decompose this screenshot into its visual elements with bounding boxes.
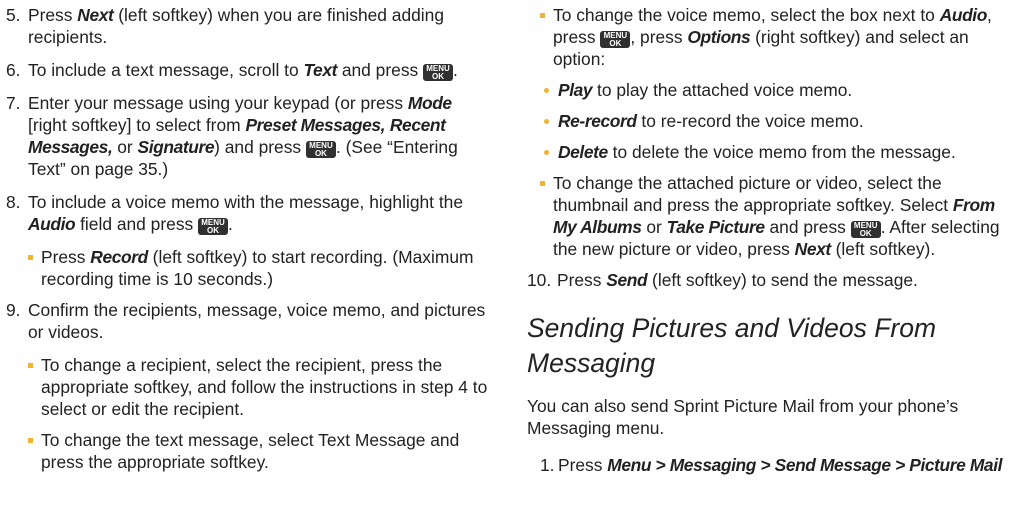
field-text-label: Text [303,60,337,80]
step-5: 5. Press Next (left softkey) when you ar… [6,5,445,47]
menu-ok-key-icon: MENU OK [600,31,631,48]
section-heading: Sending Pictures and Videos From Messagi… [527,313,937,378]
step-number: 7. [6,93,21,113]
menu-ok-key-icon: MENU OK [198,218,229,235]
step-number: 10. [527,270,552,290]
take-picture-label: Take Picture [666,217,765,237]
option-delete-label: Delete [558,142,608,162]
left-column: 5. Press Next (left softkey) when you ar… [6,4,488,482]
step-8: 8. To include a voice memo with the mess… [6,192,464,235]
step-number: 6. [6,60,21,80]
bullet-dot-icon [544,119,549,124]
step-number: 1. [540,455,555,475]
preset-messages-label: Preset Messages, [245,115,386,135]
bullet-square-icon [28,363,33,368]
bullet-dot-icon [544,88,549,93]
bullet-dot-icon [544,150,549,155]
field-audio-label: Audio [939,5,988,25]
option-play: Play to play the attached voice memo. [540,79,1005,101]
step-9: 9. Confirm the recipients, message, voic… [6,300,486,342]
bullet-square-icon [540,13,545,18]
menu-ok-key-icon: MENU OK [850,221,881,238]
right-column: To change the voice memo, select the box… [527,4,1005,487]
option-rerecord-label: Re-record [558,111,637,131]
option-rerecord: Re-record to re-record the voice memo. [540,110,1005,132]
step-number: 5. [6,5,21,25]
option-delete: Delete to delete the voice memo from the… [540,141,1005,163]
intro-paragraph: You can also send Sprint Picture Mail fr… [527,396,959,438]
softkey-mode-label: Mode [407,93,452,113]
bullet-square-icon [28,438,33,443]
softkey-send-label: Send [606,270,648,290]
step-9-bullet-recipient: To change a recipient, select the recipi… [28,354,488,420]
voice-memo-bullet: To change the voice memo, select the box… [540,4,1005,70]
picture-bullet: To change the attached picture or video,… [540,172,1005,260]
softkey-options-label: Options [687,27,751,47]
softkey-next-label: Next [77,5,114,25]
menu-ok-key-icon: MENU OK [305,141,336,158]
step-number: 9. [6,300,21,320]
step-9-bullet-text: To change the text message, select Text … [28,429,488,473]
menu-path-label: Menu > Messaging > Send Message > Pictur… [607,455,1003,475]
step-8-bullet: Press Record (left softkey) to start rec… [28,246,488,290]
signature-label: Signature [137,137,215,157]
step-6: 6. To include a text message, scroll to … [6,60,458,81]
bullet-square-icon [540,181,545,186]
softkey-record-label: Record [90,247,148,267]
step-1: 1. Press Menu > Messaging > Send Message… [540,455,1003,475]
option-play-label: Play [558,80,593,100]
softkey-next-label: Next [794,239,832,259]
step-7: 7. Enter your message using your keypad … [6,93,458,179]
bullet-square-icon [28,255,33,260]
manual-page: 5. Press Next (left softkey) when you ar… [0,0,1011,528]
step-number: 8. [6,192,21,212]
menu-ok-key-icon: MENU OK [423,64,454,81]
field-audio-label: Audio [28,214,76,234]
step-10: 10. Press Send (left softkey) to send th… [527,270,918,290]
